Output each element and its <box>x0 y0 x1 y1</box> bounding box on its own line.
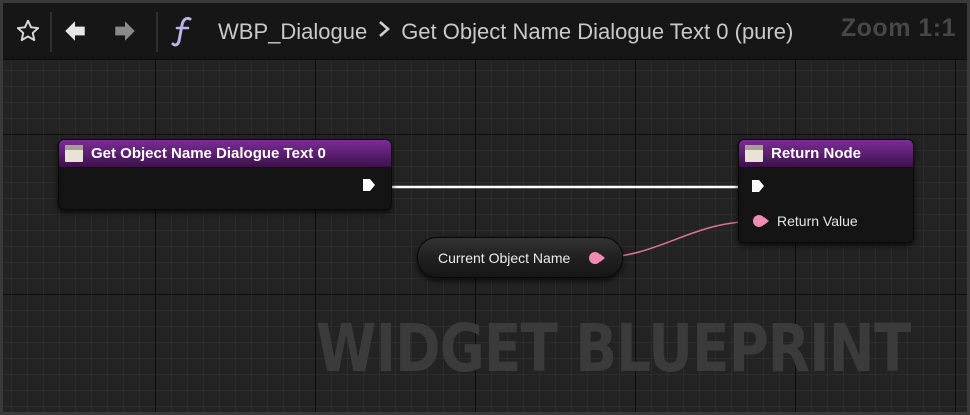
function-node-icon <box>745 145 763 162</box>
zoom-level: Zoom 1:1 <box>840 14 956 42</box>
arrow-right-icon <box>115 21 135 41</box>
function-f-icon <box>171 16 192 47</box>
star-icon <box>16 19 40 42</box>
breadcrumb-item-blueprint[interactable]: WBP_Dialogue <box>218 19 367 45</box>
breadcrumb: WBP_Dialogue Get Object Name Dialogue Te… <box>218 14 793 50</box>
variable-get-node[interactable]: Current Object Name <box>417 237 623 278</box>
node-title: Return Node <box>771 145 861 162</box>
node-header: Get Object Name Dialogue Text 0 <box>59 140 391 168</box>
back-button[interactable] <box>58 10 92 52</box>
return-node[interactable]: Return Node Return Value <box>738 139 914 243</box>
chevron-right-icon <box>377 19 391 45</box>
graph-toolbar: WBP_Dialogue Get Object Name Dialogue Te… <box>0 0 970 60</box>
function-node-icon <box>65 145 83 162</box>
node-title: Get Object Name Dialogue Text 0 <box>91 145 326 162</box>
pin-arrow-icon <box>764 217 769 225</box>
toolbar-divider <box>156 12 158 52</box>
return-value-label: Return Value <box>777 213 858 229</box>
node-header: Return Node <box>739 140 913 168</box>
toolbar-divider <box>50 12 52 52</box>
arrow-left-icon <box>65 21 85 41</box>
exec-output-pin[interactable] <box>362 178 376 192</box>
graph-watermark: WIDGET BLUEPRINT <box>316 310 911 387</box>
exec-input-pin[interactable] <box>751 179 765 193</box>
breadcrumb-item-function[interactable]: Get Object Name Dialogue Text 0 (pure) <box>401 19 793 45</box>
function-indicator <box>166 10 202 52</box>
forward-button[interactable] <box>108 10 142 52</box>
variable-label: Current Object Name <box>438 250 571 266</box>
pin-arrow-icon <box>600 254 605 262</box>
favorite-button[interactable] <box>8 10 48 52</box>
function-entry-node[interactable]: Get Object Name Dialogue Text 0 <box>58 139 392 210</box>
